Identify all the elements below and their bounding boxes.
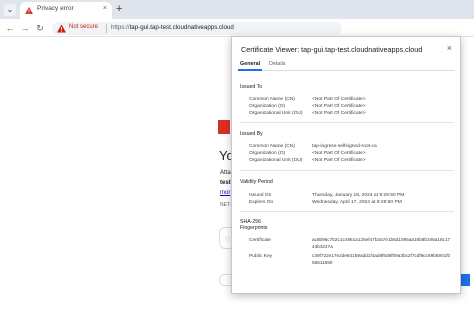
close-tab-icon[interactable]: × xyxy=(103,5,107,12)
bulb-icon: ◌ xyxy=(225,234,230,243)
field-label: Organizational Unit (OU) xyxy=(249,158,303,163)
dialog-tabs: General Details xyxy=(237,60,455,71)
warning-icon xyxy=(25,7,33,14)
field-label: Common Name (CN) xyxy=(249,97,295,102)
field-value: <Not Part Of Certificate> xyxy=(312,104,366,109)
field-value: <Not Part Of Certificate> xyxy=(312,158,366,163)
field-label: Public Key xyxy=(249,254,273,259)
learn-more-link[interactable]: mor xyxy=(220,190,230,196)
field-label: Certificate xyxy=(249,238,272,243)
url-host: tap-gui.tap-test.cloudnativeapps.cloud xyxy=(129,24,234,31)
omnibox-divider xyxy=(106,24,107,33)
field-label: Common Name (CN) xyxy=(249,144,295,149)
active-tab-indicator xyxy=(238,69,262,71)
close-icon[interactable]: × xyxy=(447,43,452,53)
new-tab-button[interactable]: + xyxy=(116,3,122,15)
field-value: <Not Part Of Certificate> xyxy=(312,97,366,102)
field-value: Wednesday, April 17, 2024 at 9:29:50 PM xyxy=(312,200,402,205)
field-label: Issued On xyxy=(249,193,272,198)
issued-by-heading: Issued By xyxy=(240,131,263,137)
tab-privacy-error[interactable]: Privacy error × xyxy=(20,2,112,19)
advanced-button[interactable] xyxy=(219,274,231,286)
back-icon[interactable]: ← xyxy=(4,22,16,34)
field-label: Organization (O) xyxy=(249,151,286,156)
certificate-fingerprint: ac8b96c7b2c1c4861a125ef47b3a7e1b5d1095aa… xyxy=(312,237,451,249)
address-bar[interactable]: Not secure https://tap-gui.tap-test.clou… xyxy=(52,22,342,35)
chevron-down-icon: ⌄ xyxy=(6,5,14,14)
lock-error-icon xyxy=(218,120,230,134)
browser-toolbar: ← → ↻ Not secure https://tap-gui.tap-tes… xyxy=(0,19,474,37)
certificate-viewer-dialog: Certificate Viewer: tap-gui.tap-test.clo… xyxy=(231,36,461,294)
section-divider xyxy=(240,170,454,171)
field-value: Thursday, January 18, 2024 at 9:29:50 PM xyxy=(312,193,405,198)
tab-general[interactable]: General xyxy=(240,61,260,67)
validity-period-heading: Validity Period xyxy=(240,179,273,185)
tab-details[interactable]: Details xyxy=(269,61,285,67)
field-label: Expires On xyxy=(249,200,274,205)
forward-icon[interactable]: → xyxy=(19,22,31,34)
section-divider xyxy=(240,122,454,123)
issued-to-heading: Issued To xyxy=(240,84,263,90)
security-status-label[interactable]: Not secure xyxy=(69,24,98,30)
dialog-title: Certificate Viewer: tap-gui.tap-test.clo… xyxy=(241,45,423,54)
field-value: <Not Part Of Certificate> xyxy=(312,151,366,156)
url-scheme: https:// xyxy=(111,24,130,31)
tab-search-button[interactable]: ⌄ xyxy=(4,4,16,16)
tab-strip: ⌄ Privacy error × + xyxy=(0,0,474,19)
tab-title: Privacy error xyxy=(37,5,74,12)
field-label: Organization (O) xyxy=(249,104,286,109)
reload-icon[interactable]: ↻ xyxy=(34,22,46,34)
error-text-line1: Atta xyxy=(220,170,231,176)
field-label: Organizational Unit (OU) xyxy=(249,111,303,116)
field-value: <Not Part Of Certificate> xyxy=(312,111,366,116)
not-secure-warning-icon[interactable] xyxy=(57,24,66,33)
error-text-line2: test xyxy=(220,180,231,186)
public-key-fingerprint: c39f722e17e2de84159add1f4ad8f6d6f09a3bc2… xyxy=(312,253,451,265)
url-text[interactable]: https://tap-gui.tap-test.cloudnativeapps… xyxy=(111,24,234,31)
fingerprints-heading-line2: Fingerprints xyxy=(240,225,268,231)
field-value: tap-ingress-selfsigned-root-ca xyxy=(312,144,377,149)
section-divider xyxy=(240,211,454,212)
